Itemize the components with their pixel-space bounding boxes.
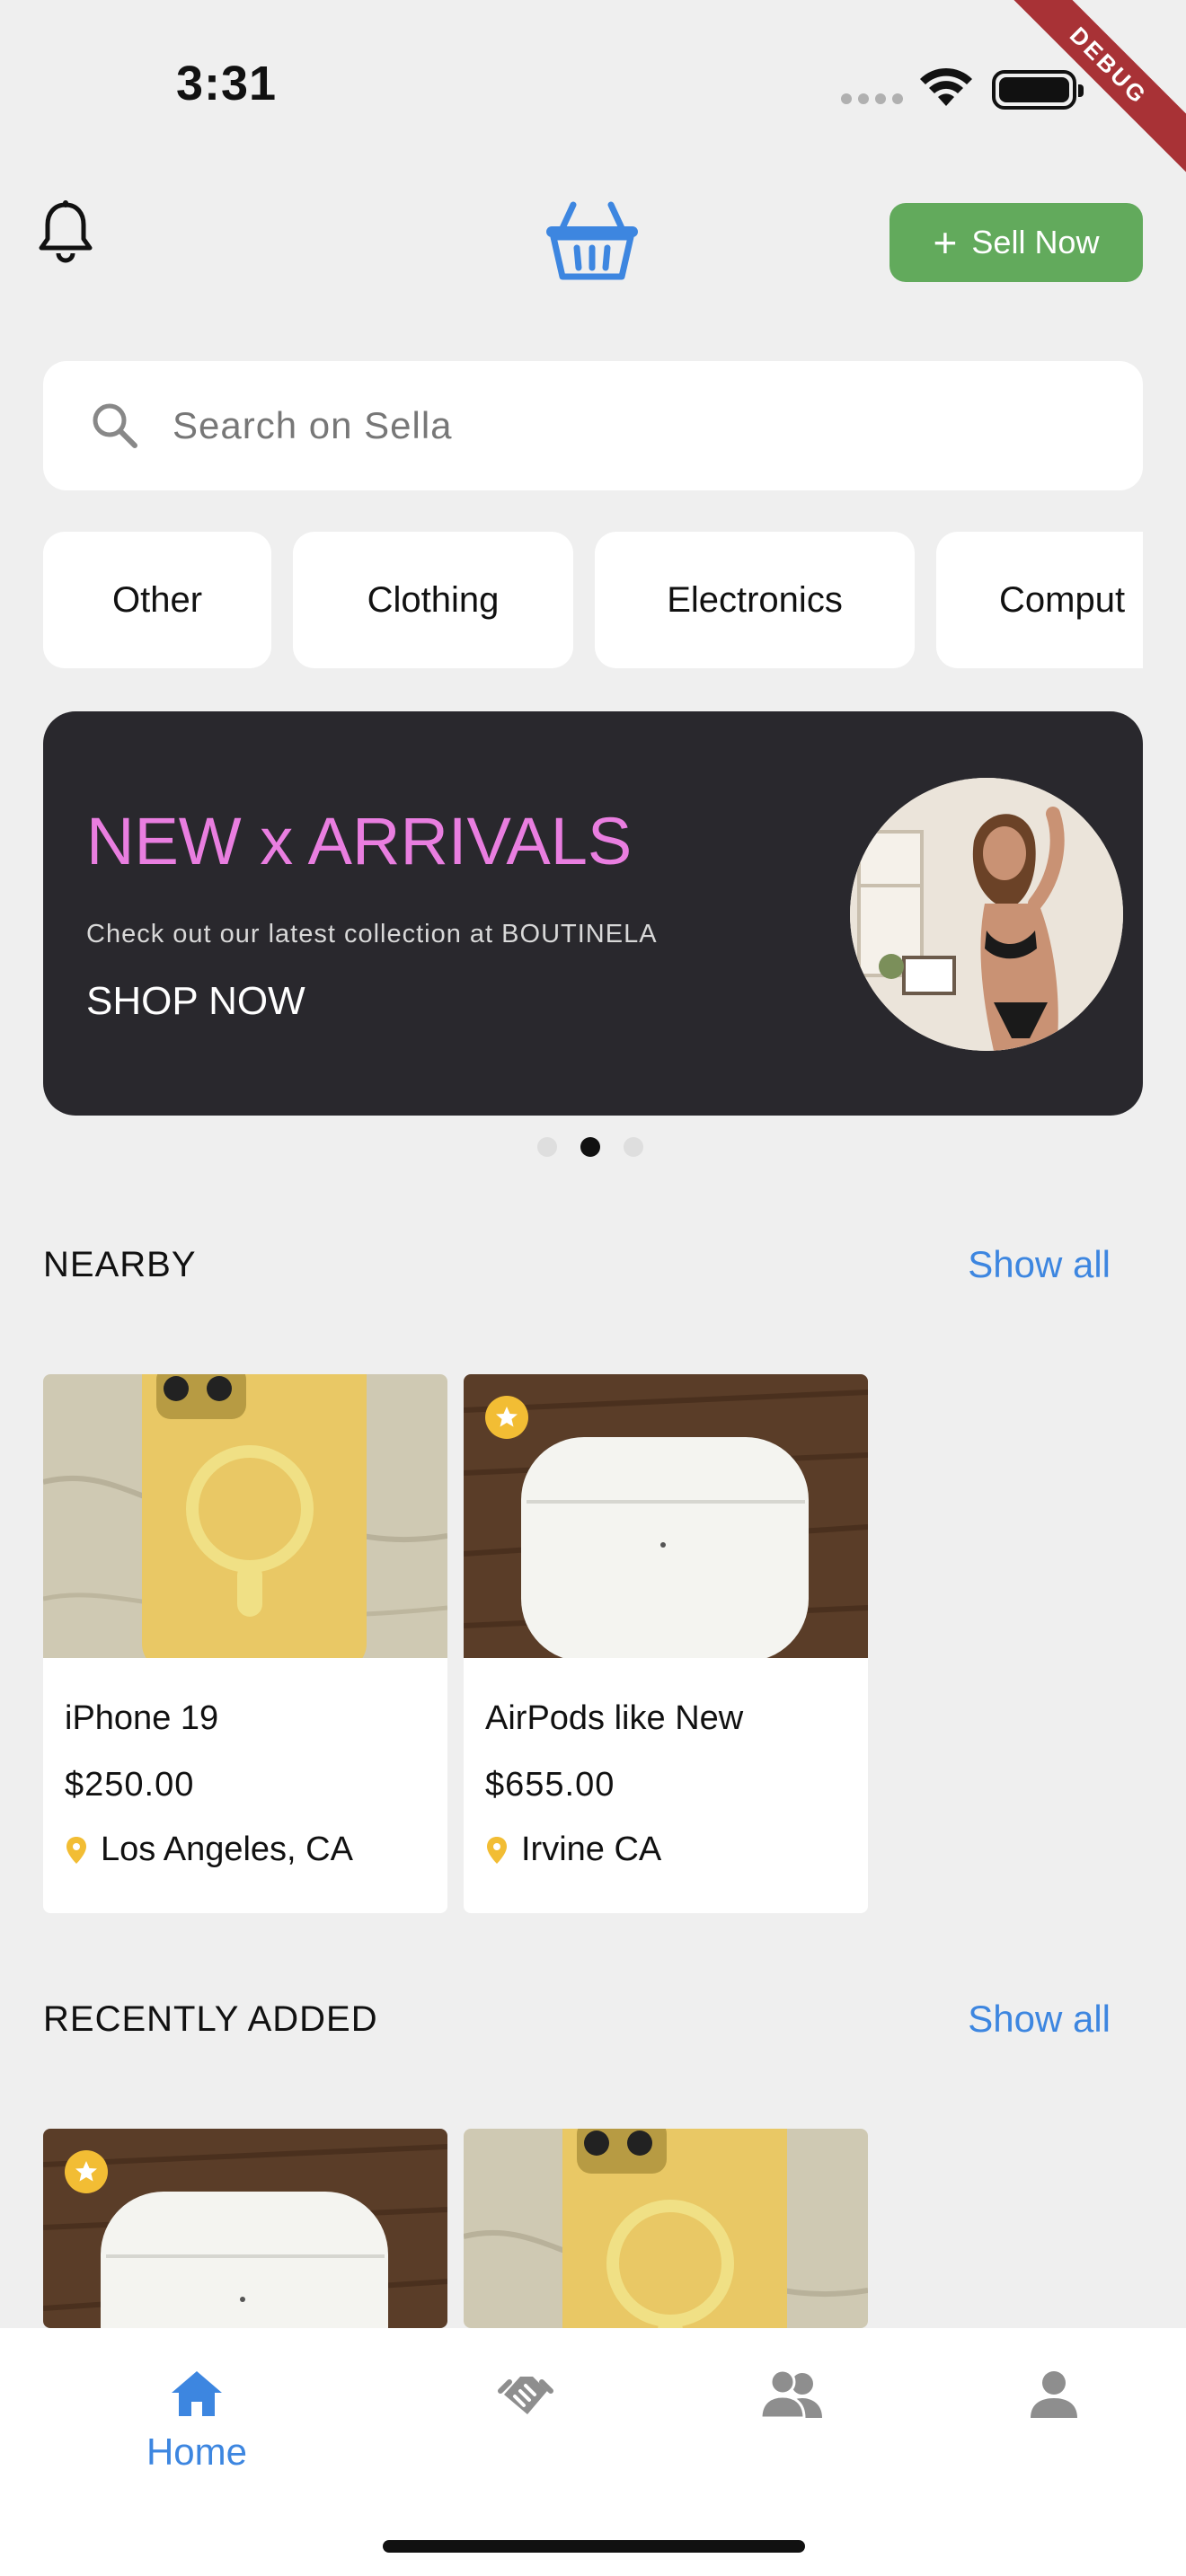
product-image <box>464 2129 868 2328</box>
product-price: $655.00 <box>485 1766 615 1804</box>
product-card[interactable] <box>43 2129 447 2328</box>
product-card[interactable] <box>464 2129 868 2328</box>
users-icon <box>759 2369 822 2420</box>
basket-icon <box>546 201 638 280</box>
nearby-section-title: NEARBY <box>43 1245 197 1284</box>
category-chip-computers[interactable]: Comput <box>936 532 1143 668</box>
recently-added-section-title: RECENTLY ADDED <box>43 1999 378 2039</box>
bottom-navigation: Home <box>0 2328 1186 2576</box>
search-placeholder: Search on Sella <box>173 404 453 446</box>
nav-item-community[interactable] <box>643 2328 940 2508</box>
banner-image <box>850 778 1123 1051</box>
carousel-dot[interactable] <box>537 1137 557 1157</box>
nav-label-home: Home <box>146 2430 248 2473</box>
user-icon <box>1031 2371 1077 2418</box>
product-location-text: Los Angeles, CA <box>101 1831 353 1868</box>
product-image <box>43 1374 447 1658</box>
product-card[interactable]: iPhone 19 $250.00 Los Angeles, CA <box>43 1374 447 1913</box>
banner-subtitle: Check out our latest collection at BOUTI… <box>86 920 658 948</box>
nav-item-deals[interactable] <box>377 2328 674 2508</box>
product-title: AirPods like New <box>485 1699 744 1737</box>
product-location: Irvine CA <box>485 1831 661 1869</box>
featured-star-icon <box>65 2150 108 2193</box>
location-pin-icon <box>487 1836 507 1864</box>
featured-star-icon <box>485 1396 528 1439</box>
product-price: $250.00 <box>65 1766 195 1804</box>
debug-banner: DEBUG <box>970 0 1186 216</box>
category-chip-clothing[interactable]: Clothing <box>293 532 573 668</box>
nav-item-profile[interactable] <box>906 2328 1186 2508</box>
category-chip-other[interactable]: Other <box>43 532 271 668</box>
wifi-icon <box>920 67 972 106</box>
product-title: iPhone 19 <box>65 1699 219 1737</box>
debug-label: DEBUG <box>998 0 1186 176</box>
cellular-signal-icon <box>841 93 903 104</box>
nearby-show-all-link[interactable]: Show all <box>968 1243 1111 1286</box>
product-location: Los Angeles, CA <box>65 1831 353 1869</box>
sell-now-label: Sell Now <box>971 224 1100 260</box>
nav-item-home[interactable]: Home <box>49 2328 345 2508</box>
search-input[interactable]: Search on Sella <box>43 361 1143 490</box>
category-chip-electronics[interactable]: Electronics <box>595 532 915 668</box>
product-location-text: Irvine CA <box>521 1831 662 1868</box>
home-icon <box>172 2371 222 2416</box>
bell-icon[interactable] <box>36 199 95 264</box>
home-indicator <box>383 2540 805 2553</box>
plus-icon: + <box>933 219 958 266</box>
product-card[interactable]: AirPods like New $655.00 Irvine CA <box>464 1374 868 1913</box>
shop-now-link[interactable]: SHOP NOW <box>86 979 305 1024</box>
banner-title: NEW x ARRIVALS <box>86 804 633 878</box>
carousel-dot[interactable] <box>624 1137 643 1157</box>
search-icon <box>93 403 137 448</box>
recently-added-show-all-link[interactable]: Show all <box>968 1998 1111 2041</box>
category-list: Other Clothing Electronics Comput <box>43 532 1143 668</box>
location-pin-icon <box>66 1836 86 1864</box>
carousel-indicator <box>537 1137 643 1157</box>
handshake-icon <box>498 2377 553 2414</box>
promo-banner[interactable]: NEW x ARRIVALS Check out our latest coll… <box>43 711 1143 1116</box>
status-time: 3:31 <box>176 57 278 110</box>
sell-now-button[interactable]: + Sell Now <box>890 203 1143 282</box>
carousel-dot-active[interactable] <box>580 1137 600 1157</box>
